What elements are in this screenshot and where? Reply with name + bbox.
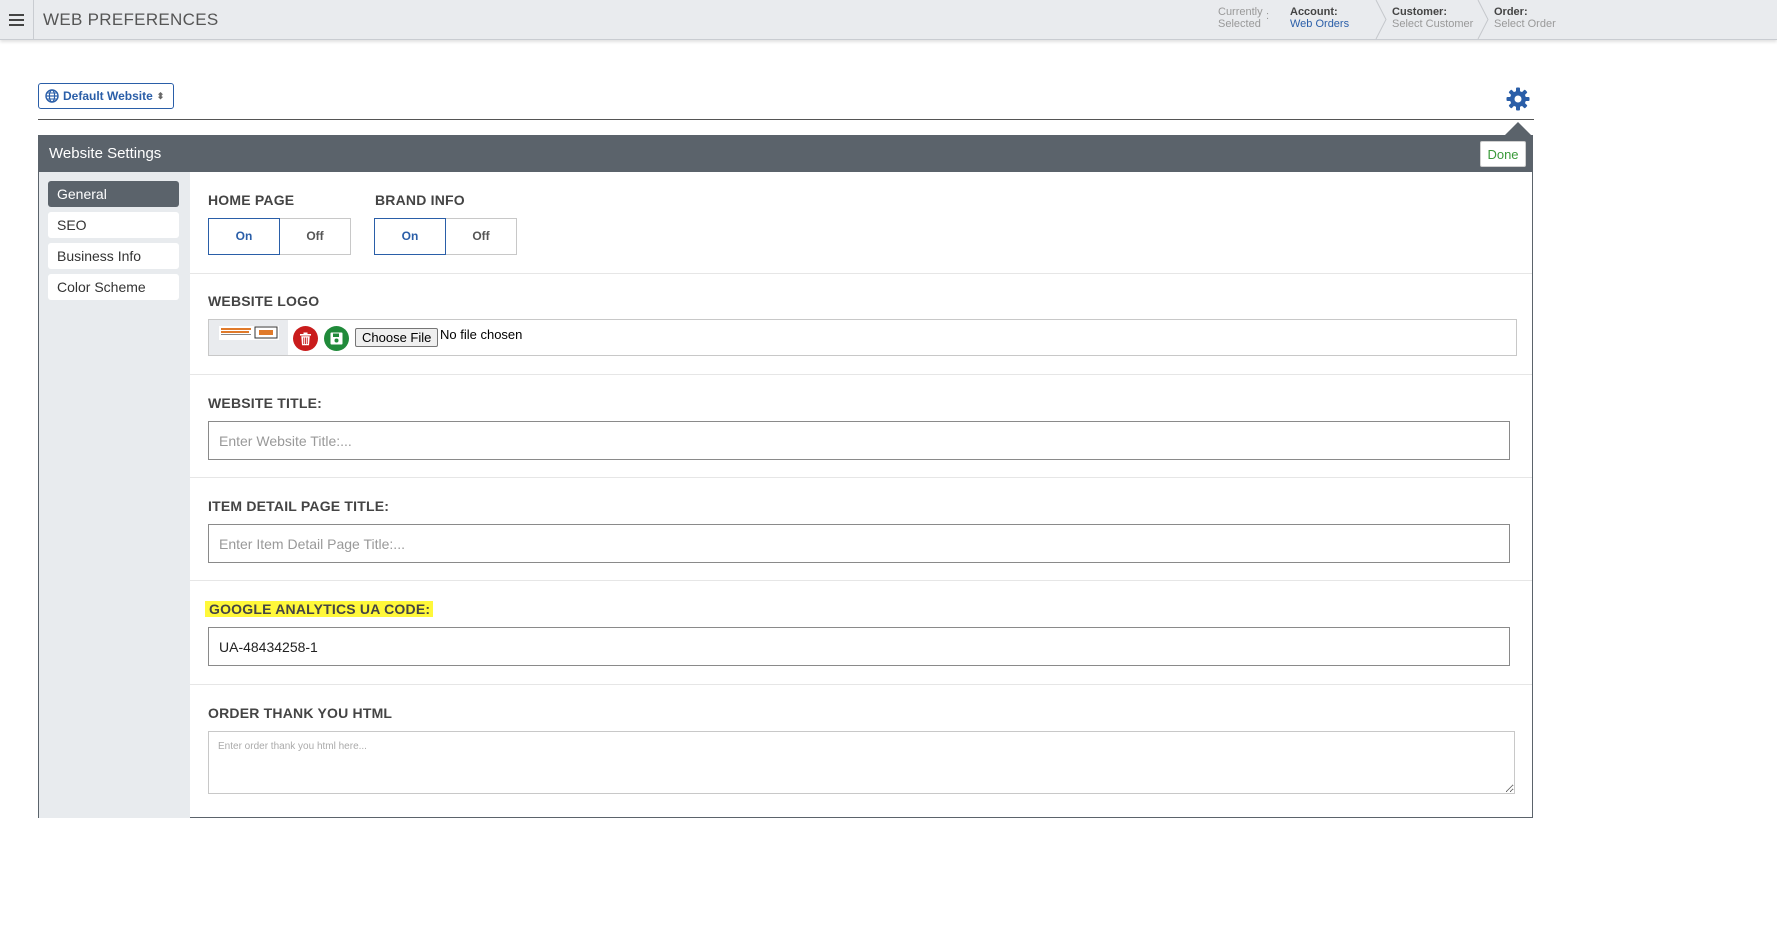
delete-logo-button[interactable] [293, 326, 318, 351]
logo-image [219, 326, 279, 340]
currently-selected-label: Currently Selected [1218, 6, 1263, 30]
settings-sidebar: General SEO Business Info Color Scheme [39, 172, 190, 818]
brand-info-label: BRAND INFO [375, 192, 465, 208]
brand-info-on-button[interactable]: On [374, 218, 446, 255]
ga-code-label-text: GOOGLE ANALYTICS UA CODE: [208, 601, 432, 617]
website-settings-panel: Website Settings Done General SEO Busine… [38, 122, 1533, 818]
floppy-icon [330, 332, 343, 345]
sidebar-item-business-info[interactable]: Business Info [48, 243, 179, 269]
home-page-on-button[interactable]: On [208, 218, 280, 255]
website-logo-label: WEBSITE LOGO [208, 293, 320, 309]
section-divider [190, 273, 1532, 274]
currently-selected-colon: : [1266, 10, 1270, 22]
sidebar-item-general[interactable]: General [48, 181, 179, 207]
brand-info-toggle: On Off [374, 218, 517, 255]
item-detail-title-label: ITEM DETAIL PAGE TITLE: [208, 498, 390, 514]
breadcrumb-customer[interactable]: Customer: Select Customer [1392, 6, 1473, 30]
home-page-off-button[interactable]: Off [280, 219, 350, 254]
home-page-toggle: On Off [208, 218, 351, 255]
logo-thumbnail [209, 320, 288, 355]
popover-caret [1504, 122, 1532, 136]
thank-you-html-label: ORDER THANK YOU HTML [208, 705, 393, 721]
ga-code-input[interactable] [208, 627, 1510, 666]
section-divider [190, 580, 1532, 581]
choose-file-button[interactable]: Choose File [355, 328, 439, 347]
website-selector[interactable]: Default Website ⬍ [38, 83, 174, 109]
panel-title: Website Settings [49, 145, 162, 162]
trash-icon [300, 332, 311, 345]
website-title-input[interactable] [208, 421, 1510, 460]
save-logo-button[interactable] [324, 326, 349, 351]
breadcrumb-separator-icon [1375, 0, 1387, 39]
home-page-label: HOME PAGE [208, 192, 295, 208]
done-button[interactable]: Done [1480, 141, 1526, 167]
hamburger-icon [9, 13, 24, 26]
website-title-label: WEBSITE TITLE: [208, 395, 323, 411]
gear-icon[interactable] [1506, 87, 1530, 111]
file-status-text: No file chosen [440, 327, 523, 342]
section-divider [190, 477, 1532, 478]
section-divider [190, 374, 1532, 375]
breadcrumb-order[interactable]: Order: Select Order [1494, 6, 1556, 30]
sidebar-item-seo[interactable]: SEO [48, 212, 179, 238]
top-bar: WEB PREFERENCES Currently Selected : Acc… [0, 0, 1777, 40]
divider [38, 119, 1534, 120]
settings-content: HOME PAGE On Off BRAND INFO On Off WEBSI… [190, 172, 1532, 818]
breadcrumb-account[interactable]: Account: Web Orders [1290, 6, 1349, 30]
logo-upload-row: Choose File No file chosen [208, 319, 1517, 356]
website-selector-label: Default Website [63, 89, 153, 103]
sidebar-item-color-scheme[interactable]: Color Scheme [48, 274, 179, 300]
brand-info-off-button[interactable]: Off [446, 219, 516, 254]
menu-button[interactable] [0, 0, 34, 39]
item-detail-title-input[interactable] [208, 524, 1510, 563]
breadcrumb-separator-icon [1477, 0, 1489, 39]
ga-code-label: GOOGLE ANALYTICS UA CODE: [208, 601, 432, 617]
section-divider [190, 684, 1532, 685]
page-title: WEB PREFERENCES [43, 10, 219, 29]
panel-header: Website Settings [39, 136, 1532, 172]
thank-you-html-textarea[interactable] [208, 731, 1515, 794]
updown-arrow-icon: ⬍ [156, 90, 165, 101]
globe-icon [45, 89, 59, 103]
